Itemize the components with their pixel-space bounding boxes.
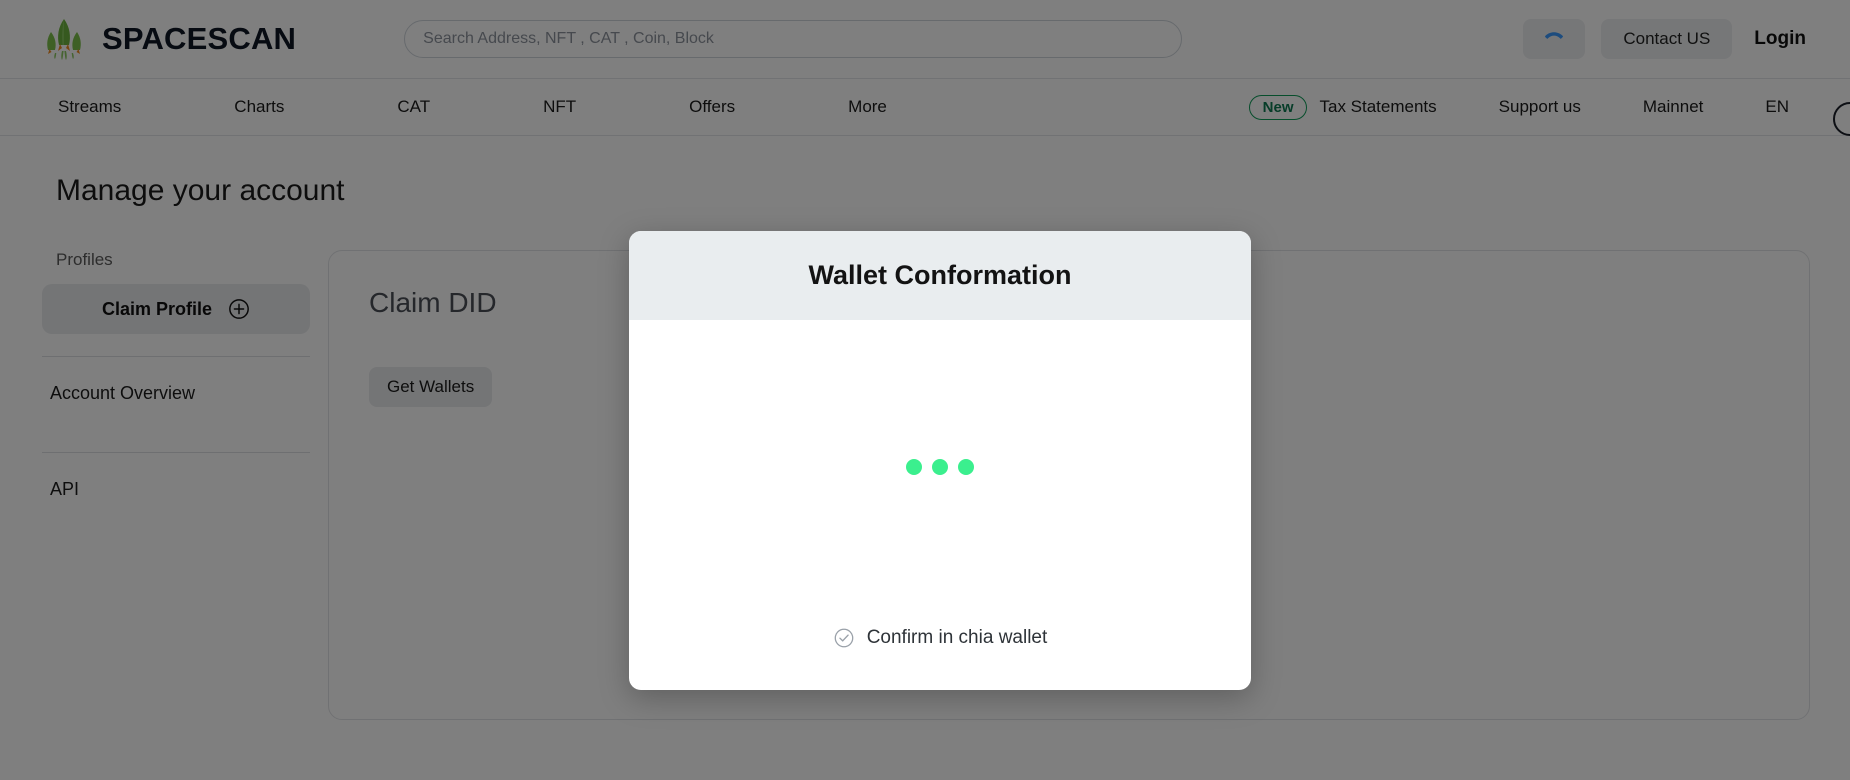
loading-dot (906, 459, 922, 475)
wallet-confirmation-modal: Wallet Conformation Confirm in chia wall… (629, 231, 1251, 690)
loading-dots-indicator (906, 459, 974, 475)
modal-title: Wallet Conformation (808, 260, 1072, 290)
modal-body (629, 320, 1251, 604)
modal-footer-text: Confirm in chia wallet (866, 627, 1048, 648)
loading-dot (958, 459, 974, 475)
app-root: SPACESCAN Contact US Login (0, 0, 1850, 780)
circle-check-icon (833, 627, 855, 649)
modal-header: Wallet Conformation (629, 231, 1251, 320)
loading-dot (932, 459, 948, 475)
modal-footer: Confirm in chia wallet (629, 604, 1251, 690)
